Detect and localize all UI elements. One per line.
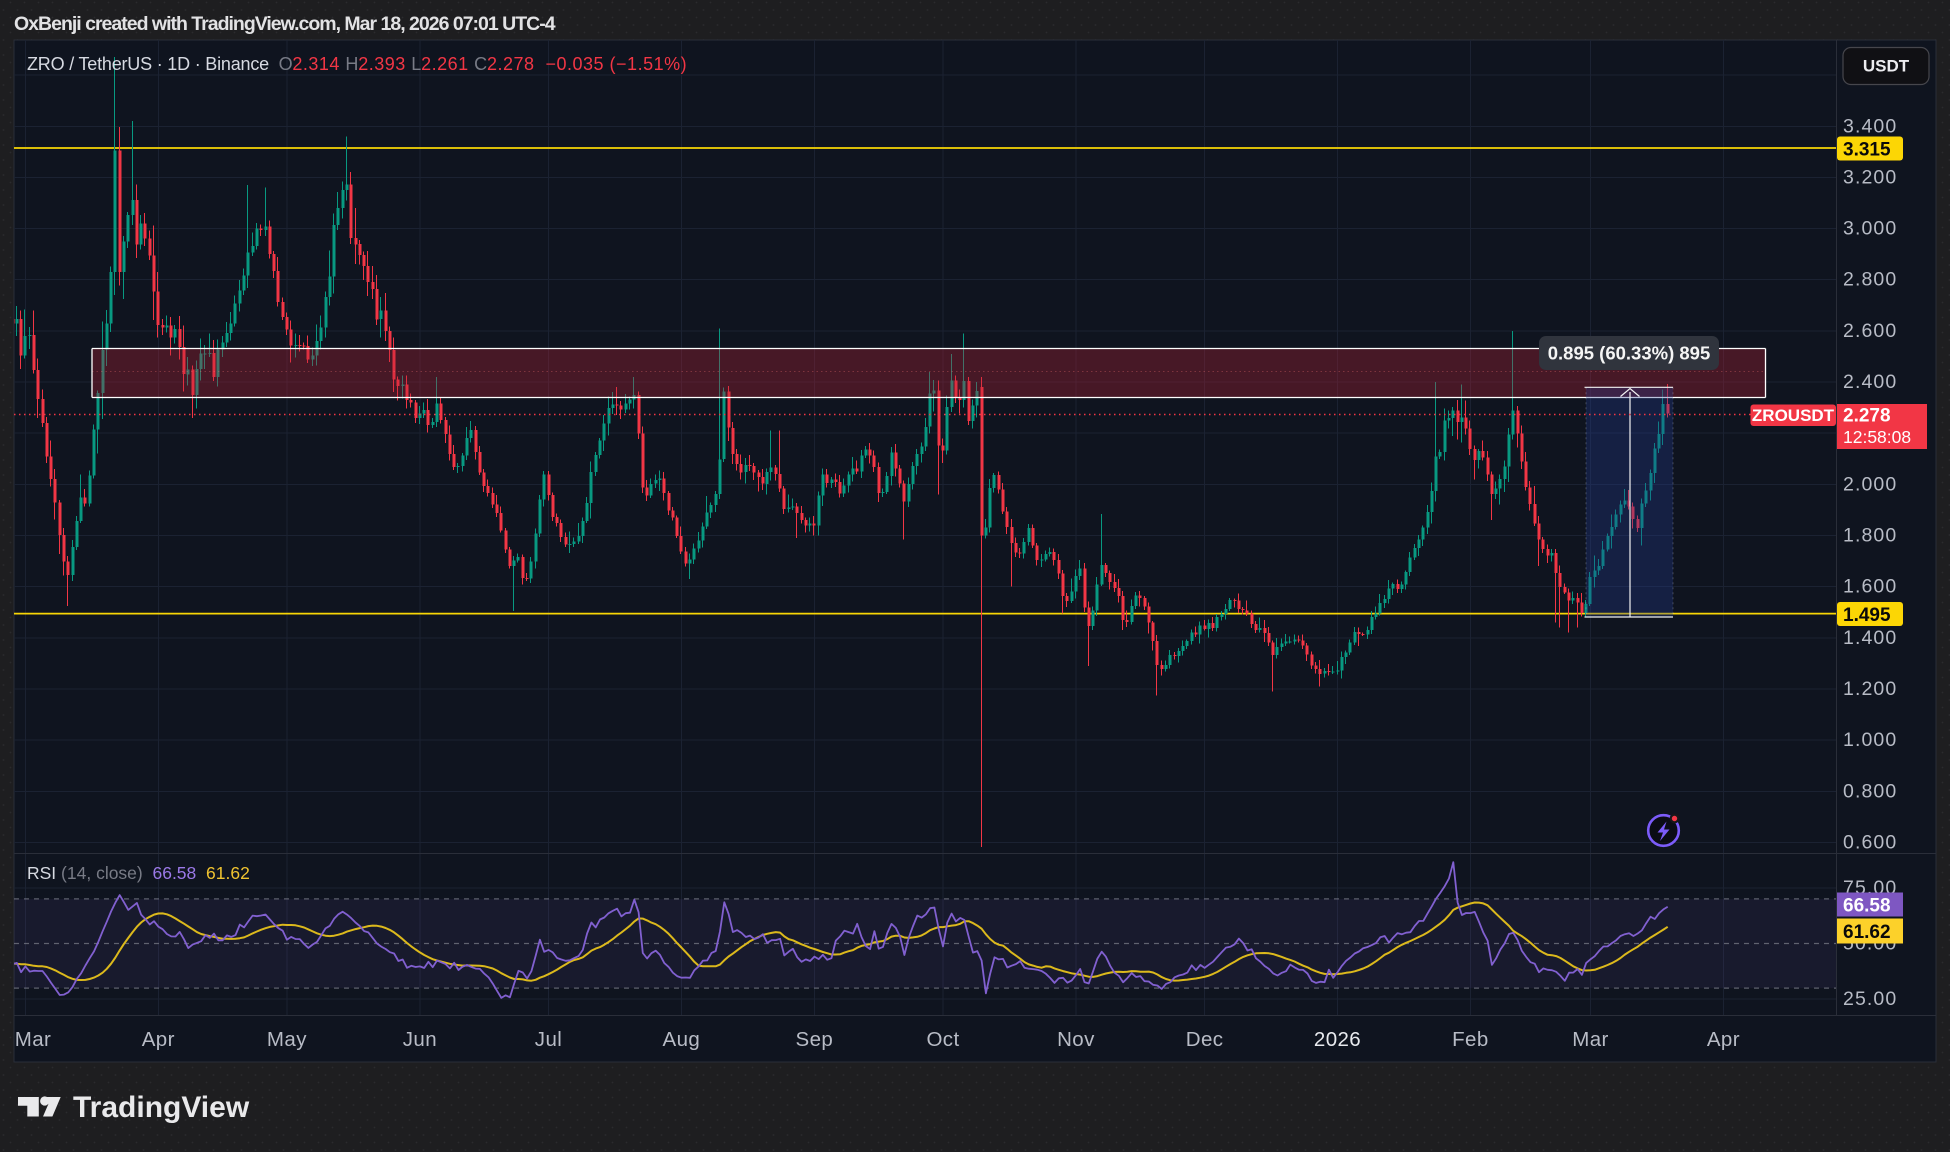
svg-text:2.400: 2.400 [1843, 371, 1897, 393]
svg-text:USDT: USDT [1863, 57, 1910, 76]
svg-text:3.000: 3.000 [1843, 218, 1897, 240]
svg-text:1.400: 1.400 [1843, 627, 1897, 649]
svg-text:2.600: 2.600 [1843, 320, 1897, 342]
svg-text:0.800: 0.800 [1843, 780, 1897, 802]
svg-text:12:58:08: 12:58:08 [1843, 427, 1911, 447]
svg-text:1.495: 1.495 [1843, 605, 1891, 626]
svg-text:1.800: 1.800 [1843, 525, 1897, 547]
svg-text:3.315: 3.315 [1843, 140, 1891, 161]
svg-text:0.600: 0.600 [1843, 832, 1897, 854]
svg-text:66.58: 66.58 [1843, 896, 1891, 917]
svg-text:61.62: 61.62 [1843, 922, 1891, 943]
svg-text:May: May [267, 1028, 307, 1051]
svg-text:1.200: 1.200 [1843, 678, 1897, 700]
svg-text:3.400: 3.400 [1843, 115, 1897, 137]
svg-text:Mar: Mar [1572, 1028, 1609, 1051]
svg-text:2026: 2026 [1314, 1028, 1361, 1051]
svg-text:Feb: Feb [1452, 1028, 1489, 1051]
svg-text:2.278: 2.278 [1843, 406, 1891, 427]
svg-text:ZROUSDT: ZROUSDT [1752, 406, 1835, 425]
svg-text:Oct: Oct [926, 1028, 959, 1051]
svg-text:25.00: 25.00 [1843, 988, 1897, 1010]
svg-text:1.000: 1.000 [1843, 729, 1897, 751]
svg-text:2.800: 2.800 [1843, 269, 1897, 291]
svg-text:1.600: 1.600 [1843, 576, 1897, 598]
svg-text:OxBenji created with TradingVi: OxBenji created with TradingView.com, Ma… [14, 13, 556, 35]
svg-text:Jun: Jun [403, 1028, 437, 1051]
svg-text:RSI (14, close) 66.58 61.62: RSI (14, close) 66.58 61.62 [27, 863, 250, 883]
svg-text:Nov: Nov [1057, 1028, 1095, 1051]
svg-text:3.200: 3.200 [1843, 166, 1897, 188]
svg-text:2.000: 2.000 [1843, 473, 1897, 495]
svg-text:Jul: Jul [535, 1028, 562, 1051]
svg-text:0.895 (60.33%) 895: 0.895 (60.33%) 895 [1548, 343, 1711, 364]
svg-text:Aug: Aug [663, 1028, 701, 1051]
svg-text:Sep: Sep [796, 1028, 834, 1051]
svg-text:Apr: Apr [1707, 1028, 1740, 1051]
svg-text:TradingView: TradingView [73, 1091, 250, 1124]
svg-text:Apr: Apr [142, 1028, 175, 1051]
svg-text:Mar: Mar [15, 1028, 52, 1051]
svg-text:ZRO / TetherUS · 1D · Binance: ZRO / TetherUS · 1D · Binance O2.314 H2.… [27, 54, 687, 74]
svg-text:Dec: Dec [1186, 1028, 1224, 1051]
